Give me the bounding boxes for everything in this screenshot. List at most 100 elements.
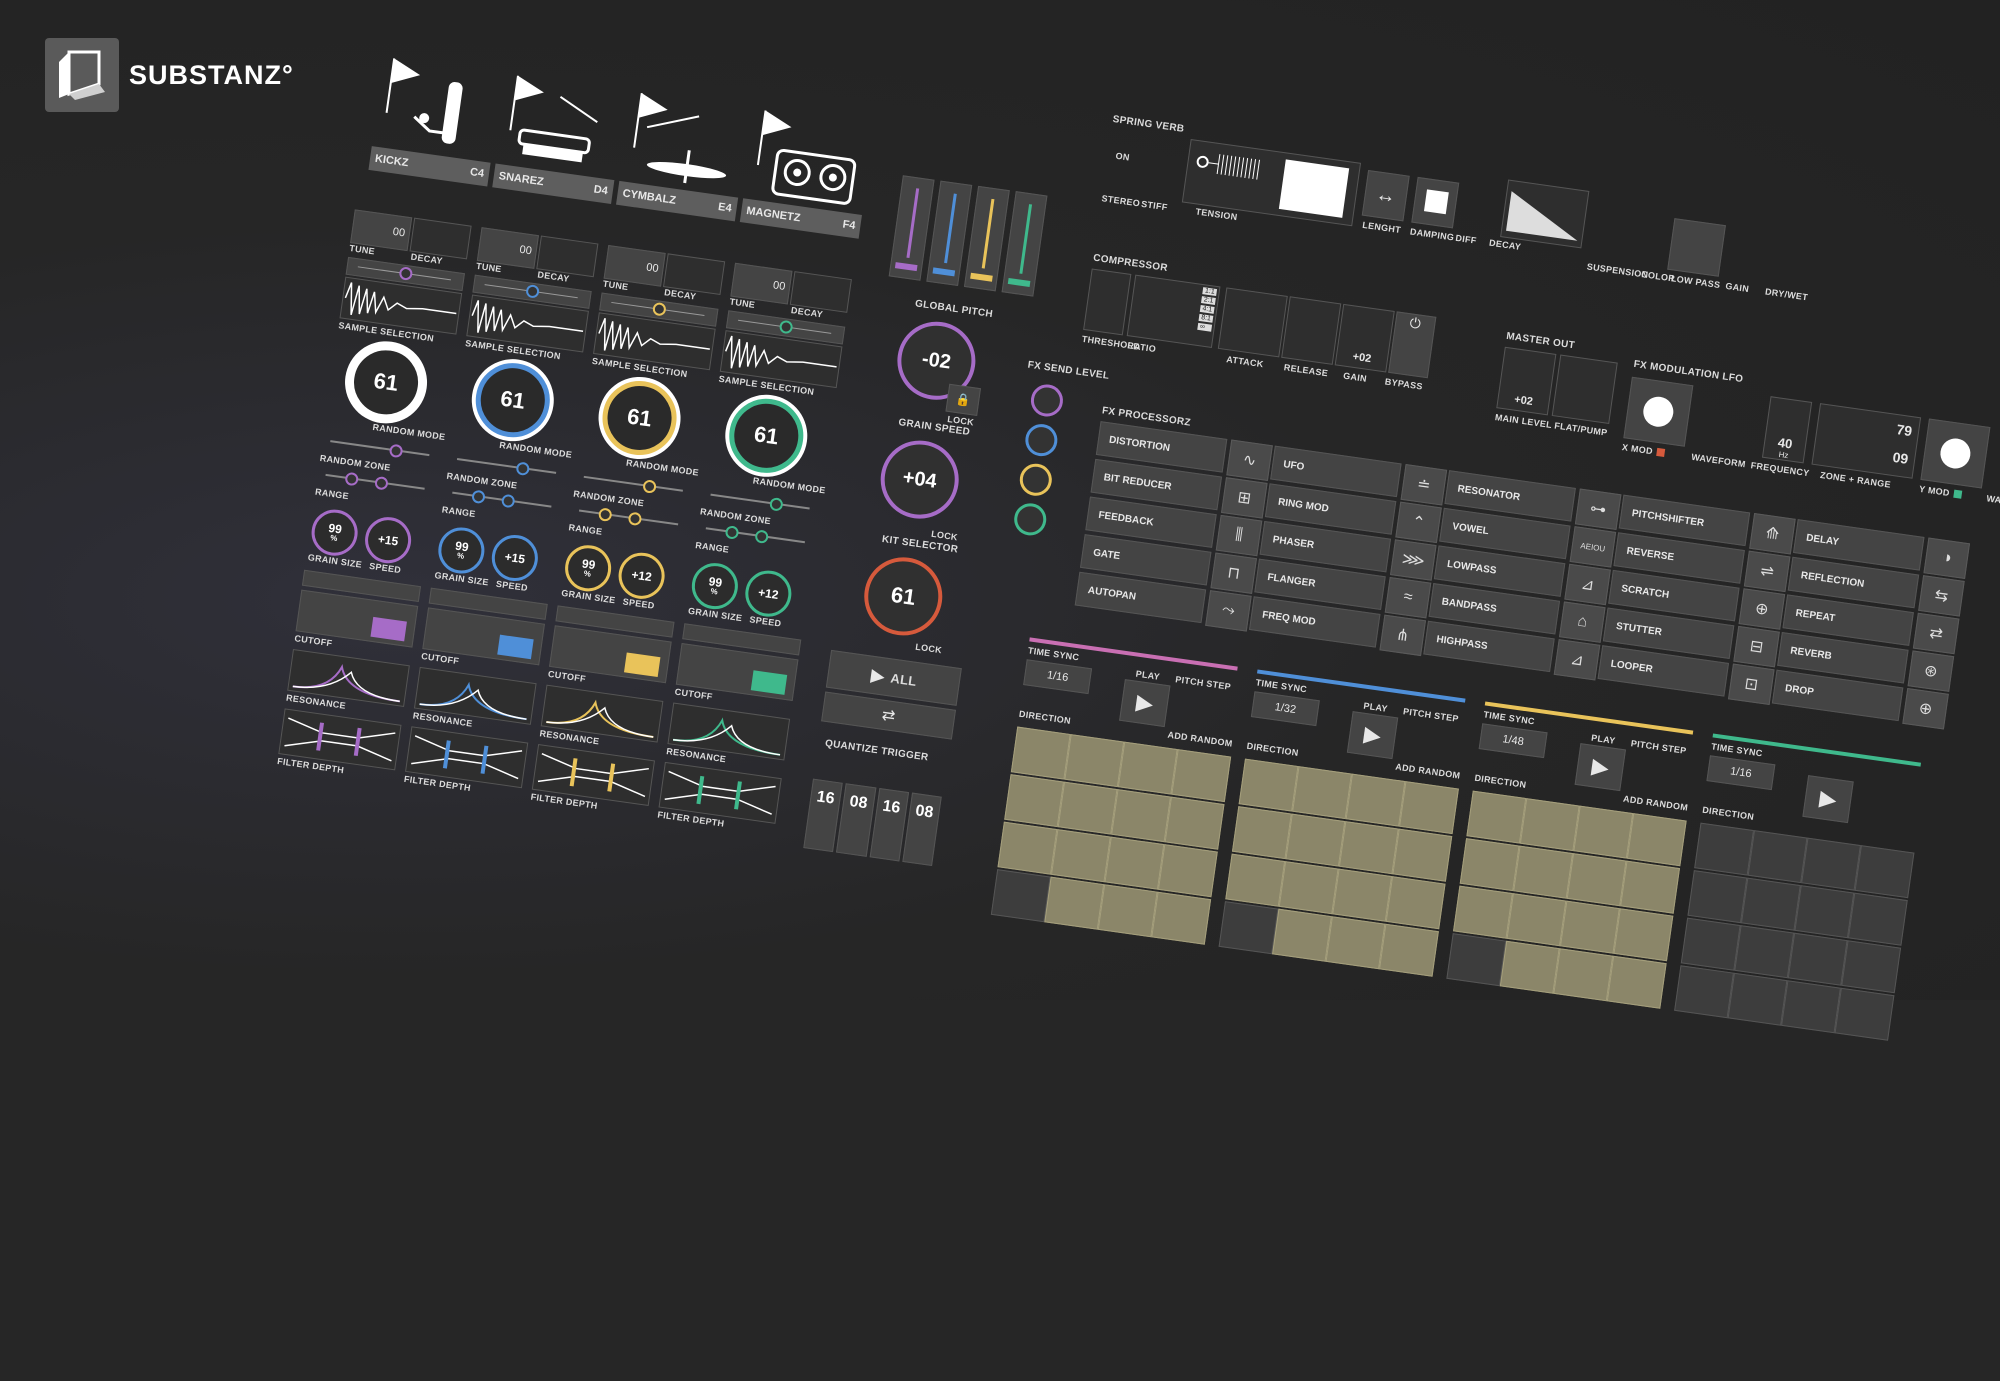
step-pad[interactable] [1104,836,1165,890]
step-pad[interactable] [1834,987,1895,1041]
sample-knob[interactable]: 61 [344,340,428,425]
fx-send-knob-1[interactable] [1028,382,1066,419]
step-pad[interactable] [1854,845,1915,899]
step-pad[interactable] [1379,923,1439,977]
low-pass-button[interactable] [1667,218,1726,277]
sequencer-play-button[interactable]: ▶ [1346,711,1399,760]
drum-magnetz[interactable]: MAGNETZ F4 [737,104,875,259]
ratio-option[interactable]: 1:1 [1202,287,1218,297]
fx-icon[interactable]: ⊿ [1564,563,1611,606]
fx-icon[interactable]: ⊕ [1902,688,1949,730]
step-pad[interactable] [1064,734,1125,788]
sample-knob[interactable]: 61 [724,394,809,478]
step-pad[interactable] [1566,853,1627,907]
step-pad[interactable] [1559,900,1620,954]
speed-knob[interactable]: +12 [615,549,668,602]
speed-knob[interactable]: +15 [488,532,541,584]
random-zone-slider[interactable] [456,457,557,474]
fx-icon[interactable]: ◑ [1923,537,1971,580]
fx-icon[interactable]: ⊟ [1733,625,1780,668]
decay-graph[interactable] [1500,179,1590,249]
grain-speed-knob[interactable]: +04 [875,435,964,524]
range-handle-high[interactable] [754,529,770,544]
step-pad[interactable] [1606,955,1667,1009]
step-pad[interactable] [1171,749,1232,803]
step-pad[interactable] [1680,917,1741,971]
fx-icon[interactable]: ⋙ [1389,539,1437,581]
attack-envelope[interactable] [1217,287,1288,358]
fx-icon[interactable]: ⊡ [1727,663,1775,706]
range-handle-high[interactable] [374,475,389,491]
random-zone-slider[interactable] [330,440,430,457]
range-handle-low[interactable] [724,525,740,540]
step-pad[interactable] [1787,932,1848,986]
fx-send-knob-4[interactable] [1012,501,1049,538]
length-button[interactable]: ↔ [1361,169,1410,222]
fx-send-knob-2[interactable] [1023,422,1060,459]
step-pad[interactable] [1157,844,1218,898]
rate-selector[interactable]: 1/16 [1023,659,1093,695]
step-pad[interactable] [1847,892,1908,946]
step-pad[interactable] [1553,948,1614,1002]
step-pad[interactable] [1292,766,1352,820]
threshold-meter[interactable] [1083,268,1132,336]
step-pad[interactable] [1332,868,1393,922]
step-pad[interactable] [1459,838,1520,892]
fx-icon[interactable]: ⊞ [1221,477,1268,519]
damping-button[interactable] [1411,176,1460,229]
fx-icon[interactable]: ⌂ [1558,601,1606,643]
zone-range-slider[interactable]: 79 09 [1811,403,1922,479]
drum-cymbalz[interactable]: CYMBALZ E4 [613,87,751,242]
step-pad[interactable] [990,869,1051,923]
step-pad[interactable] [1499,940,1560,994]
step-pad[interactable] [1231,806,1292,860]
fx-icon[interactable]: ⫼ [1215,514,1263,557]
step-pad[interactable] [1801,837,1861,891]
y-mod-pad[interactable] [1920,418,1991,489]
step-pad[interactable] [1385,876,1446,930]
step-pad[interactable] [1225,853,1286,907]
range-handle-high[interactable] [500,493,516,509]
grain-size-knob[interactable]: 99% [308,506,361,559]
step-pad[interactable] [1285,813,1346,867]
sequencer-play-button[interactable]: ▶ [1802,775,1854,824]
fx-icon[interactable]: ≐ [1400,464,1448,506]
speed-knob[interactable]: +12 [742,567,795,620]
flat-pump-switch[interactable] [1551,354,1618,424]
fx-send-knob-3[interactable] [1017,461,1054,498]
fx-icon[interactable]: ⊓ [1210,552,1258,594]
random-zone-slider[interactable] [583,475,683,492]
comp-gain-fader[interactable]: +02 [1334,303,1395,373]
x-mod-pad[interactable] [1623,376,1694,447]
ratio-selector[interactable]: 1:1 2:1 4:1 8:1 ∞ [1126,274,1221,348]
ratio-option[interactable]: ∞ [1197,322,1213,332]
step-pad[interactable] [1446,933,1507,987]
ratio-option[interactable]: 8:1 [1198,313,1214,323]
rate-selector[interactable]: 1/32 [1250,691,1320,727]
step-pad[interactable] [1325,916,1386,970]
sequencer-play-button[interactable]: ▶ [1574,743,1627,792]
step-pad[interactable] [1620,860,1681,914]
bypass-button[interactable]: ⏻ [1388,311,1437,379]
fx-icon[interactable]: ⊶ [1574,488,1622,531]
step-pad[interactable] [1238,758,1299,812]
step-pad[interactable] [1338,821,1399,875]
step-pad[interactable] [1218,901,1279,955]
speed-knob[interactable]: +15 [362,514,415,567]
frequency-slider[interactable]: 40 Hz [1761,396,1813,464]
step-pad[interactable] [1117,741,1178,795]
random-zone-slider[interactable] [710,493,810,510]
random-zone-handle[interactable] [769,497,784,512]
fx-icon[interactable]: ⌃ [1395,501,1442,544]
step-pad[interactable] [997,821,1058,875]
step-pad[interactable] [1010,726,1071,780]
fx-icon[interactable]: ⇄ [1912,612,1960,655]
fx-icon[interactable]: ∿ [1226,439,1273,482]
sequencer-play-button[interactable]: ▶ [1119,679,1171,728]
step-pad[interactable] [1345,773,1406,827]
step-pad[interactable] [1272,908,1332,962]
range-handle-low[interactable] [471,489,486,505]
sample-knob[interactable]: 61 [470,358,555,442]
fx-icon[interactable]: ⤳ [1205,590,1252,632]
quantize-4[interactable]: 08 [902,792,942,867]
